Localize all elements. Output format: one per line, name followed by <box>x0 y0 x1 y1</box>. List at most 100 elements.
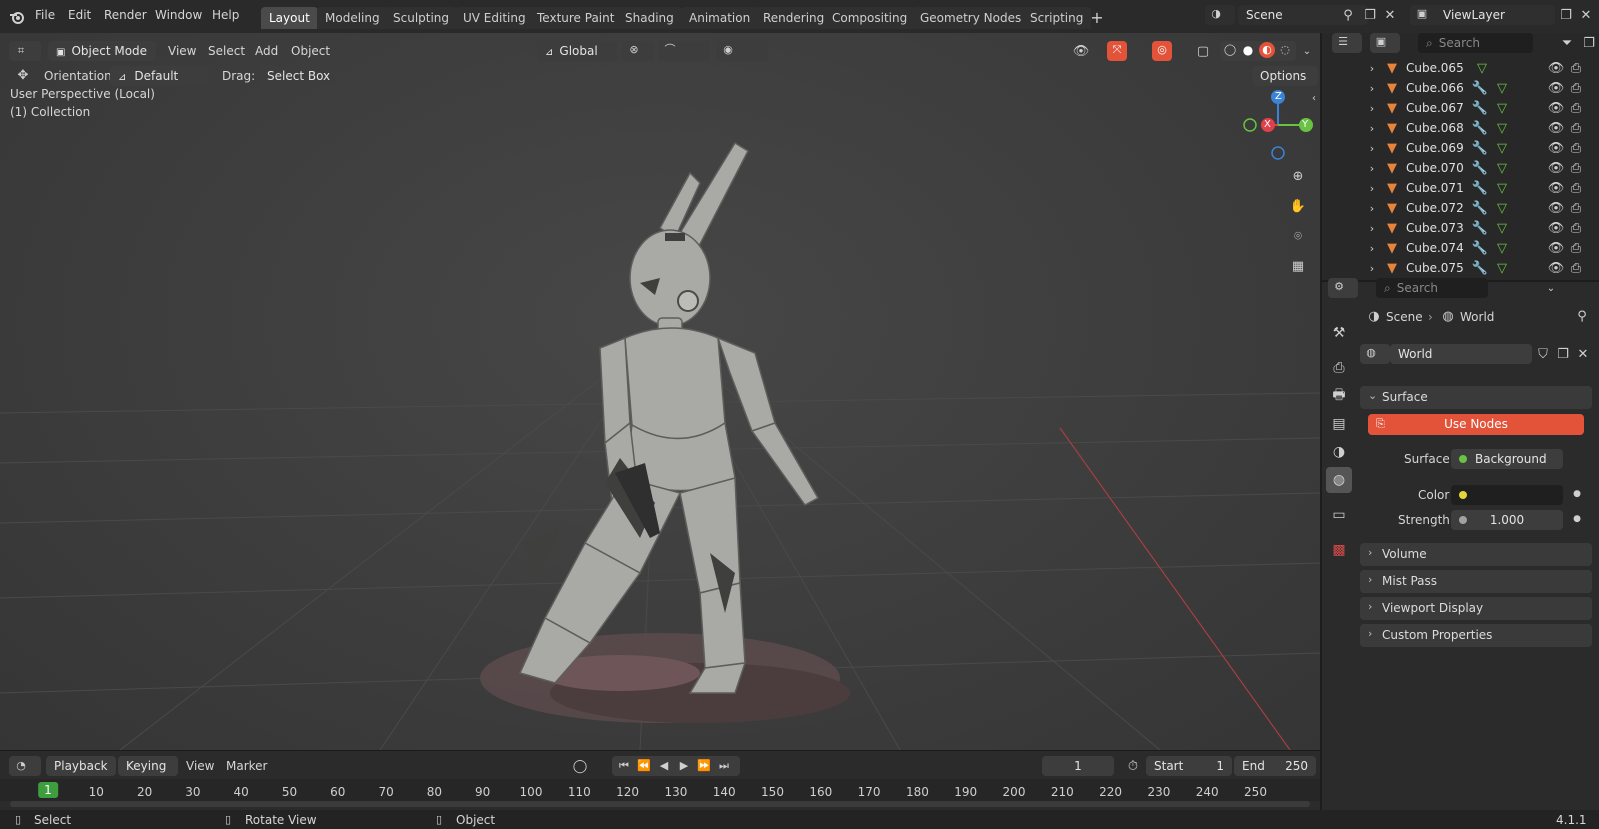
surface-shader-dropdown[interactable]: Background <box>1451 449 1563 469</box>
outliner-item-name[interactable]: Cube.071 <box>1406 181 1464 195</box>
outliner-search-field[interactable]: ⌕ Search <box>1418 33 1533 53</box>
outliner-item-name[interactable]: Cube.069 <box>1406 141 1464 155</box>
outliner-row[interactable]: › ▼ Cube.075 🔧 ▽ 👁 ⎙ <box>1322 258 1599 278</box>
render-camera-icon[interactable]: ⎙ <box>1568 120 1584 136</box>
pin-icon[interactable]: ⚲ <box>1340 7 1356 23</box>
render-camera-icon[interactable]: ⎙ <box>1568 180 1584 196</box>
eye-visibility-icon[interactable]: 👁 <box>1548 100 1565 116</box>
collapse-sidebar-icon[interactable]: ‹ <box>1308 91 1320 105</box>
perspective-grid-icon[interactable]: ▦ <box>1286 254 1310 278</box>
outliner-item-name[interactable]: Cube.070 <box>1406 161 1464 175</box>
delete-view-layer-icon[interactable]: ✕ <box>1578 7 1594 23</box>
timeline-view-menu[interactable]: View <box>186 759 214 773</box>
custom-properties-panel-header[interactable]: › Custom Properties <box>1360 624 1592 647</box>
modifier-wrench-icon[interactable]: 🔧 <box>1472 240 1488 256</box>
mesh-data-icon[interactable]: ▽ <box>1494 80 1510 96</box>
preview-range-icon[interactable]: ⏱ <box>1124 757 1142 775</box>
move-tool-icon[interactable]: ✥ <box>14 66 32 84</box>
modifier-wrench-icon[interactable]: 🔧 <box>1472 140 1488 156</box>
render-camera-icon[interactable]: ⎙ <box>1568 80 1584 96</box>
modifier-wrench-icon[interactable]: 🔧 <box>1472 120 1488 136</box>
outliner-row[interactable]: › ▼ Cube.065 ▽ 👁 ⎙ <box>1322 58 1599 78</box>
viewport-display-panel-header[interactable]: › Viewport Display <box>1360 597 1592 620</box>
outliner-item-name[interactable]: Cube.068 <box>1406 121 1464 135</box>
mesh-data-icon[interactable]: ▽ <box>1494 260 1510 276</box>
scene-selector[interactable]: ◑ <box>1205 5 1235 25</box>
tab-view-layer[interactable]: ▤ <box>1326 411 1352 437</box>
render-camera-icon[interactable]: ⎙ <box>1568 60 1584 76</box>
3d-viewport[interactable]: User Perspective (Local) (1) Collection … <box>0 33 1320 750</box>
expand-chevron-icon[interactable]: › <box>1366 61 1378 75</box>
outliner-row[interactable]: › ▼ Cube.068 🔧 ▽ 👁 ⎙ <box>1322 118 1599 138</box>
eye-visibility-icon[interactable]: 👁 <box>1548 160 1565 176</box>
mesh-data-icon[interactable]: ▽ <box>1494 140 1510 156</box>
fake-user-icon[interactable]: ⛉ <box>1534 345 1552 363</box>
duplicate-world-icon[interactable]: ❐ <box>1554 345 1572 363</box>
tab-animation[interactable]: Animation <box>681 7 759 29</box>
menu-file[interactable]: File <box>35 8 55 22</box>
modifier-wrench-icon[interactable]: 🔧 <box>1472 100 1488 116</box>
modifier-wrench-icon[interactable]: 🔧 <box>1472 260 1488 276</box>
menu-object[interactable]: Object <box>291 44 330 58</box>
outliner-row[interactable]: › ▼ Cube.067 🔧 ▽ 👁 ⎙ <box>1322 98 1599 118</box>
menu-window[interactable]: Window <box>155 8 202 22</box>
eye-visibility-icon[interactable]: 👁 <box>1548 140 1565 156</box>
tab-output[interactable]: 🖶 <box>1326 383 1352 409</box>
outliner-row[interactable]: › ▼ Cube.069 🔧 ▽ 👁 ⎙ <box>1322 138 1599 158</box>
camera-icon[interactable]: ⌾ <box>1286 224 1310 248</box>
eye-visibility-icon[interactable]: 👁 <box>1548 260 1565 276</box>
outliner-editor-type[interactable]: ☰ <box>1332 33 1362 53</box>
end-frame-field[interactable]: End 250 <box>1234 756 1316 776</box>
eye-visibility-icon[interactable]: 👁 <box>1548 180 1565 196</box>
transform-orientation-dropdown[interactable]: ⊿ Global <box>537 41 617 61</box>
color-field[interactable] <box>1451 485 1563 505</box>
render-camera-icon[interactable]: ⎙ <box>1568 100 1584 116</box>
color-keyframe-icon[interactable]: ● <box>1572 487 1582 501</box>
tab-uv-editing[interactable]: UV Editing <box>455 7 534 29</box>
frame-ruler[interactable]: 1 10 20 30 40 50 60 70 80 90 100 110 120 130 140 150 160… <box>0 779 1320 801</box>
tab-compositing[interactable]: Compositing <box>824 7 916 29</box>
eye-visibility-icon[interactable]: 👁 <box>1548 240 1565 256</box>
mesh-data-icon[interactable]: ▽ <box>1494 120 1510 136</box>
menu-add[interactable]: Add <box>255 44 278 58</box>
mesh-data-icon[interactable]: ▽ <box>1494 180 1510 196</box>
playback-controls[interactable]: ⏮ ⏪ ◀ ▶ ⏩ ⏭ <box>612 756 740 776</box>
render-camera-icon[interactable]: ⎙ <box>1568 240 1584 256</box>
modifier-wrench-icon[interactable]: 🔧 <box>1472 160 1488 176</box>
properties-editor-type[interactable]: ⚙ <box>1328 278 1358 298</box>
overlays-toggle[interactable]: ◎ <box>1152 41 1172 61</box>
mesh-data-icon[interactable]: ▽ <box>1494 240 1510 256</box>
pan-hand-icon[interactable]: ✋ <box>1286 194 1310 218</box>
orientation-dropdown[interactable]: ⊿ Default <box>110 66 208 86</box>
outliner-row[interactable]: › ▼ Cube.073 🔧 ▽ 👁 ⎙ <box>1322 218 1599 238</box>
tab-rendering[interactable]: Rendering <box>755 7 833 29</box>
tab-shading[interactable]: Shading <box>617 7 682 29</box>
properties-options-icon[interactable]: ⌄ <box>1542 279 1560 297</box>
tab-texture-paint[interactable]: Texture Paint <box>529 7 623 29</box>
mist-pass-panel-header[interactable]: › Mist Pass <box>1360 570 1592 593</box>
outliner-row[interactable]: › ▼ Cube.070 🔧 ▽ 👁 ⎙ <box>1322 158 1599 178</box>
mesh-data-icon[interactable]: ▽ <box>1474 60 1490 76</box>
tab-texture[interactable]: ▩ <box>1326 537 1352 563</box>
outliner-item-name[interactable]: Cube.075 <box>1406 261 1464 275</box>
menu-edit[interactable]: Edit <box>68 8 91 22</box>
current-frame-marker[interactable]: 1 <box>38 782 58 798</box>
mode-dropdown[interactable]: ▣ Object Mode <box>48 41 156 61</box>
new-scene-icon[interactable]: ❐ <box>1362 7 1378 23</box>
properties-pin-icon[interactable]: ⚲ <box>1574 308 1590 324</box>
menu-view[interactable]: View <box>168 44 196 58</box>
tab-scene[interactable]: ◑ <box>1326 439 1352 465</box>
render-camera-icon[interactable]: ⎙ <box>1568 140 1584 156</box>
modifier-wrench-icon[interactable]: 🔧 <box>1472 200 1488 216</box>
tab-world[interactable]: ◍ <box>1326 467 1352 493</box>
current-frame-field[interactable]: 1 <box>1042 756 1114 776</box>
menu-render[interactable]: Render <box>104 8 147 22</box>
tab-layout[interactable]: Layout <box>261 7 318 29</box>
render-camera-icon[interactable]: ⎙ <box>1568 260 1584 276</box>
modifier-wrench-icon[interactable]: 🔧 <box>1472 80 1488 96</box>
expand-chevron-icon[interactable]: › <box>1366 181 1378 195</box>
surface-panel-header[interactable]: ⌄ Surface <box>1360 386 1592 409</box>
blender-logo-icon[interactable] <box>8 8 26 26</box>
eye-visibility-icon[interactable]: 👁 <box>1548 60 1565 76</box>
tab-scripting[interactable]: Scripting <box>1022 7 1092 29</box>
